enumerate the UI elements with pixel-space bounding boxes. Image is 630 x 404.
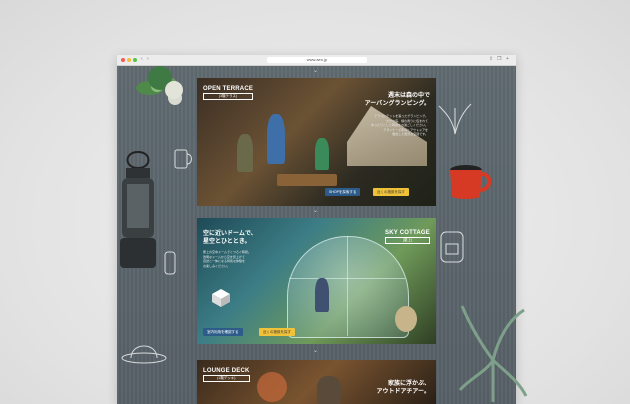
section-catch: 空に近いドームで、 星空とひととき。 <box>203 230 257 246</box>
person-image <box>237 134 253 172</box>
section-catch: 週末は森の中で アーバングランピング。 <box>365 92 430 108</box>
section-badge: SKY COTTAGE (屋上) <box>385 230 430 244</box>
maximize-dot-icon[interactable] <box>133 58 137 62</box>
plant-sketch-icon <box>438 103 472 135</box>
web-page: ⌄ OPEN TERRACE (3階テラス) 週末は森の中で アーバングランピン… <box>117 66 516 404</box>
section-catch: 家族に浮かぶ、 アウトドアチアー。 <box>377 380 430 396</box>
person-image <box>315 138 329 170</box>
cube-logo-icon <box>212 289 230 307</box>
person-image <box>267 114 285 164</box>
catch-line: アーバングランピング。 <box>364 101 430 107</box>
catch-line: アウトドアチアー。 <box>376 389 430 395</box>
section-badge: OPEN TERRACE (3階テラス) <box>203 86 254 100</box>
mug-sketch-icon <box>174 149 192 169</box>
person-image <box>315 278 329 312</box>
nearby-button[interactable]: 近くの施設を探す <box>259 328 295 336</box>
section-sky-cottage: 空に近いドームで、 星空とひととき。 屋上の空中ドームでくつろぐ時間。 透明なド… <box>197 218 436 344</box>
section-title-en: OPEN TERRACE <box>203 86 254 92</box>
catch-line: 星空とひととき。 <box>203 239 251 245</box>
share-icon[interactable]: ⇪ <box>489 57 494 62</box>
table-image <box>277 174 337 186</box>
body-line: お楽しみください。 <box>203 263 231 268</box>
nearby-button[interactable]: 近くの施設を探す <box>373 188 409 196</box>
dome-image <box>287 236 409 338</box>
lantern-icon <box>120 151 156 268</box>
succulent-corner-icon <box>148 66 183 99</box>
catch-line: 週末は森の中で <box>387 93 430 99</box>
section-body: テラスにテントを張ったグランピング。 大きな庭、緑の香りに包まれて ゆったりとし… <box>358 114 428 137</box>
section-badge: LOUNGE DECK (1階デッキ) <box>203 368 250 382</box>
close-dot-icon[interactable] <box>121 58 125 62</box>
red-mug-icon <box>450 165 492 199</box>
section-title-en: SKY COTTAGE <box>385 230 430 236</box>
section-lounge-deck: LOUNGE DECK (1階デッキ) 家族に浮かぶ、 アウトドアチアー。 <box>197 360 436 404</box>
catch-line: 家族に浮かぶ、 <box>387 381 430 387</box>
section-title-jp: (1階デッキ) <box>203 375 250 382</box>
address-bar[interactable]: www.aeo.jp <box>267 57 367 63</box>
stage-background: ‹ › www.aeo.jp ⇪ ❐ + ⌄ OPEN TERRACE (3階テ… <box>0 0 630 404</box>
dome-frame <box>289 278 405 279</box>
shop-button[interactable]: SHOPを探索する <box>325 188 361 196</box>
dome-frame <box>347 236 348 336</box>
section-title-en: LOUNGE DECK <box>203 368 250 374</box>
section-title-jp: (3階テラス) <box>203 93 254 100</box>
section-body: 屋上の空中ドームでくつろぐ時間。 透明なドームから空を見上げて 自然と一体になる… <box>203 250 273 268</box>
lamp-image <box>257 372 287 402</box>
section-open-terrace: OPEN TERRACE (3階テラス) 週末は森の中で アーバングランピング。… <box>197 78 436 206</box>
hat-sketch-icon <box>121 345 167 364</box>
backpack-sketch-icon <box>440 231 464 263</box>
chevron-down-icon: ⌄ <box>313 208 319 214</box>
plant-image <box>395 306 417 332</box>
air-plant-icon <box>458 305 528 402</box>
add-tab-icon[interactable]: + <box>506 57 511 62</box>
section-title-jp: (屋上) <box>385 237 430 244</box>
catch-line: 空に近いドームで、 <box>203 231 257 237</box>
chevron-down-icon: ⌄ <box>313 348 319 354</box>
indoor-button[interactable]: 室内利用を確認する <box>203 328 243 336</box>
tabs-icon[interactable]: ❐ <box>497 57 502 62</box>
chevron-down-icon: ⌄ <box>313 68 319 74</box>
person-image <box>317 376 341 404</box>
minimize-dot-icon[interactable] <box>127 58 131 62</box>
body-line: 融合した贅沢な空間です。 <box>392 132 428 136</box>
